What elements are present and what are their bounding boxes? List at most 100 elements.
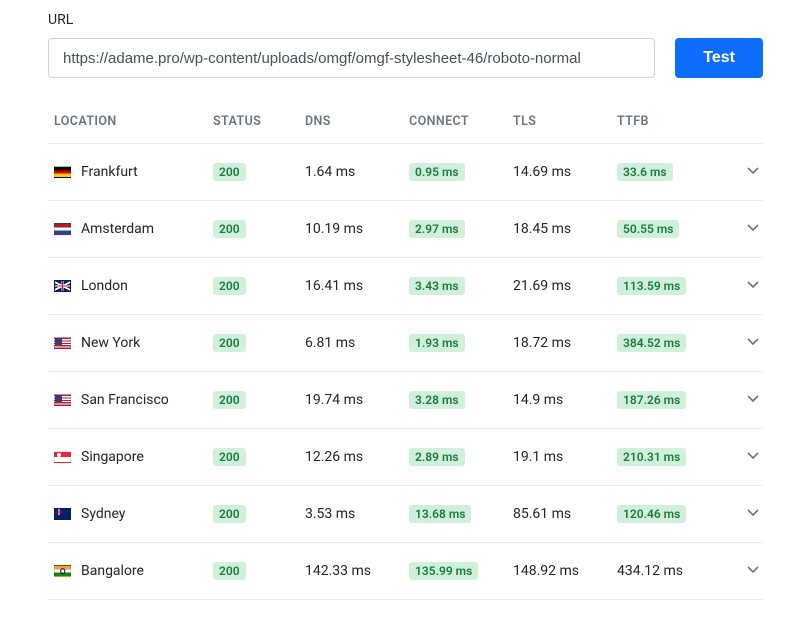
dns-cell: 12.26 ms — [305, 449, 405, 465]
location-cell: Sydney — [54, 506, 209, 522]
tls-cell: 21.69 ms — [513, 278, 613, 294]
location-cell: London — [54, 278, 209, 294]
location-name: New York — [81, 335, 140, 351]
connect-value: 13.68 ms — [409, 505, 471, 523]
tls-cell: 19.1 ms — [513, 449, 613, 465]
tls-cell: 85.61 ms — [513, 506, 613, 522]
location-cell: New York — [54, 335, 209, 351]
connect-value: 3.43 ms — [409, 277, 465, 295]
connect-value: 2.97 ms — [409, 220, 465, 238]
location-name: London — [81, 278, 128, 294]
table-row: Sydney 200 3.53 ms13.68 ms 85.61 ms120.46 m… — [48, 486, 763, 543]
tls-cell: 18.72 ms — [513, 335, 613, 351]
results-table: LOCATION STATUS DNS CONNECT TLS TTFB Fra… — [48, 102, 763, 600]
url-input[interactable] — [48, 38, 655, 78]
dns-cell: 1.64 ms — [305, 164, 405, 180]
dns-cell: 16.41 ms — [305, 278, 405, 294]
col-status: STATUS — [213, 114, 301, 129]
chevron-down-icon[interactable] — [745, 561, 761, 581]
ttfb-value: 187.26 ms — [617, 391, 686, 409]
flag-icon — [54, 565, 71, 577]
status-badge: 200 — [213, 163, 246, 181]
connect-cell: 2.97 ms — [409, 220, 509, 238]
status-cell: 200 — [213, 391, 301, 409]
chevron-down-icon[interactable] — [745, 333, 761, 353]
dns-cell: 142.33 ms — [305, 563, 405, 579]
connect-cell: 135.99 ms — [409, 562, 509, 580]
location-name: Bangalore — [81, 563, 144, 579]
ttfb-value: 210.31 ms — [617, 448, 686, 466]
col-tls: TLS — [513, 114, 613, 129]
flag-icon — [54, 337, 71, 349]
status-cell: 200 — [213, 334, 301, 352]
test-button[interactable]: Test — [675, 38, 763, 78]
status-badge: 200 — [213, 277, 246, 295]
table-row: Frankfurt 200 1.64 ms0.95 ms 14.69 ms33.6 m… — [48, 144, 763, 201]
status-cell: 200 — [213, 163, 301, 181]
flag-icon — [54, 280, 71, 292]
ttfb-value: 50.55 ms — [617, 220, 679, 238]
ttfb-value: 384.52 ms — [617, 334, 686, 352]
ttfb-value: 113.59 ms — [617, 277, 686, 295]
status-badge: 200 — [213, 391, 246, 409]
status-badge: 200 — [213, 334, 246, 352]
location-cell: Bangalore — [54, 563, 209, 579]
ttfb-cell: 33.6 ms — [617, 163, 717, 181]
flag-icon — [54, 451, 71, 463]
flag-icon — [54, 223, 71, 235]
col-location: LOCATION — [54, 114, 209, 129]
ttfb-cell: 50.55 ms — [617, 220, 717, 238]
status-badge: 200 — [213, 562, 246, 580]
connect-value: 3.28 ms — [409, 391, 465, 409]
location-cell: Singapore — [54, 449, 209, 465]
location-name: San Francisco — [81, 392, 169, 408]
status-cell: 200 — [213, 505, 301, 523]
status-badge: 200 — [213, 505, 246, 523]
location-name: Frankfurt — [81, 164, 138, 180]
connect-value: 135.99 ms — [409, 562, 478, 580]
chevron-down-icon[interactable] — [745, 162, 761, 182]
chevron-down-icon[interactable] — [745, 447, 761, 467]
dns-cell: 3.53 ms — [305, 506, 405, 522]
location-cell: San Francisco — [54, 392, 209, 408]
ttfb-cell: 434.12 ms — [617, 563, 717, 579]
connect-cell: 3.43 ms — [409, 277, 509, 295]
flag-icon — [54, 166, 71, 178]
flag-icon — [54, 394, 71, 406]
status-cell: 200 — [213, 562, 301, 580]
col-ttfb: TTFB — [617, 114, 717, 129]
dns-cell: 6.81 ms — [305, 335, 405, 351]
url-row: Test — [48, 38, 763, 78]
location-cell: Amsterdam — [54, 221, 209, 237]
ttfb-cell: 187.26 ms — [617, 391, 717, 409]
status-badge: 200 — [213, 220, 246, 238]
chevron-down-icon[interactable] — [745, 276, 761, 296]
status-badge: 200 — [213, 448, 246, 466]
connect-value: 1.93 ms — [409, 334, 465, 352]
status-cell: 200 — [213, 220, 301, 238]
col-connect: CONNECT — [409, 114, 509, 129]
ttfb-cell: 113.59 ms — [617, 277, 717, 295]
location-name: Amsterdam — [81, 221, 154, 237]
chevron-down-icon[interactable] — [745, 219, 761, 239]
tls-cell: 18.45 ms — [513, 221, 613, 237]
url-label: URL — [48, 12, 763, 28]
location-name: Sydney — [81, 506, 125, 522]
tls-cell: 14.69 ms — [513, 164, 613, 180]
connect-cell: 2.89 ms — [409, 448, 509, 466]
table-row: San Francisco 200 19.74 ms3.28 ms 14.9 ms18… — [48, 372, 763, 429]
connect-value: 2.89 ms — [409, 448, 465, 466]
table-row: Singapore200 12.26 ms2.89 ms 19.1 ms210.31… — [48, 429, 763, 486]
table-row: Bangalore 200 142.33 ms135.99 ms 148.92 ms4… — [48, 543, 763, 600]
status-cell: 200 — [213, 277, 301, 295]
col-dns: DNS — [305, 114, 405, 129]
table-row: London 200 16.41 ms3.43 ms 21.69 ms113.59 m… — [48, 258, 763, 315]
tls-cell: 148.92 ms — [513, 563, 613, 579]
dns-cell: 19.74 ms — [305, 392, 405, 408]
chevron-down-icon[interactable] — [745, 390, 761, 410]
chevron-down-icon[interactable] — [745, 504, 761, 524]
connect-value: 0.95 ms — [409, 163, 465, 181]
table-header: LOCATION STATUS DNS CONNECT TLS TTFB — [48, 102, 763, 144]
ttfb-value: 120.46 ms — [617, 505, 686, 523]
tls-cell: 14.9 ms — [513, 392, 613, 408]
